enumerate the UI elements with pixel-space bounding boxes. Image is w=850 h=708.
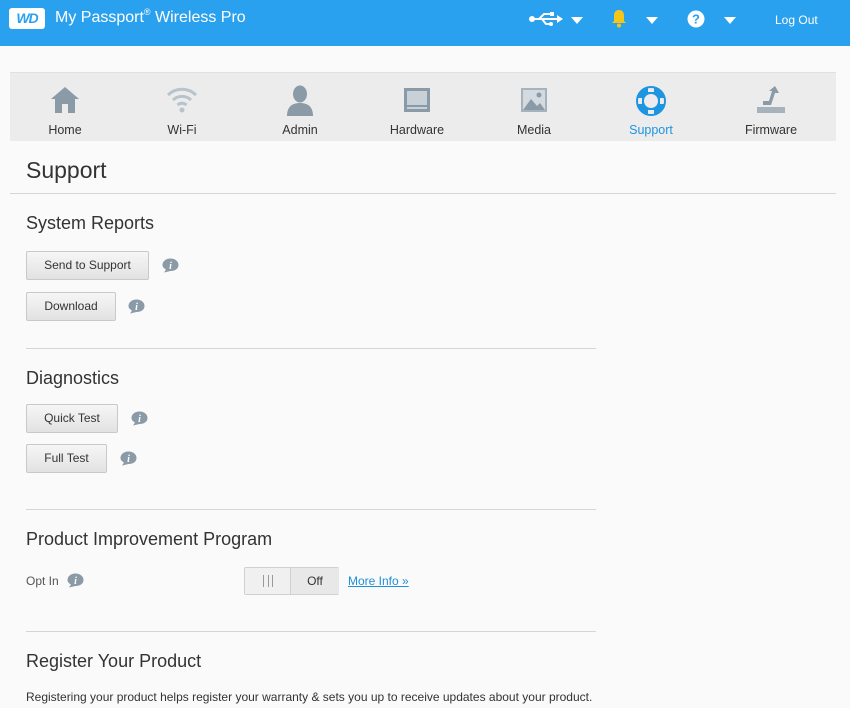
wifi-icon: [166, 87, 198, 113]
lifebuoy-icon: [636, 86, 666, 116]
toggle-grip-icon: [263, 575, 273, 587]
logout-link[interactable]: Log Out: [775, 13, 818, 27]
quick-test-button[interactable]: Quick Test: [26, 404, 118, 433]
notifications-dropdown-chevron-icon[interactable]: [646, 17, 658, 24]
opt-in-label: Opt In: [26, 574, 59, 588]
usb-dropdown-chevron-icon[interactable]: [571, 17, 583, 24]
section-divider: [26, 348, 596, 349]
nav-label-admin: Admin: [282, 123, 318, 137]
main-nav: Home Wi-Fi Admin Hardware Media Support …: [10, 72, 836, 141]
register-product-title: Register Your Product: [26, 651, 202, 671]
info-icon[interactable]: i: [162, 258, 179, 273]
section-divider: [26, 509, 596, 510]
section-divider: [26, 631, 596, 632]
toggle-knob[interactable]: [245, 568, 291, 594]
nav-item-wifi[interactable]: Wi-Fi: [132, 73, 232, 142]
info-icon[interactable]: i: [67, 573, 84, 588]
page-title: Support: [26, 157, 107, 183]
nav-item-firmware[interactable]: Firmware: [721, 73, 821, 142]
usb-icon[interactable]: [529, 12, 563, 32]
media-icon: [521, 88, 547, 112]
nav-item-hardware[interactable]: Hardware: [367, 73, 467, 142]
diagnostics-title: Diagnostics: [26, 368, 120, 388]
help-icon[interactable]: ?: [687, 10, 705, 30]
brand-main: My Passport: [55, 9, 144, 26]
info-icon[interactable]: i: [120, 451, 137, 466]
nav-label-wifi: Wi-Fi: [167, 123, 197, 137]
nav-label-home: Home: [48, 123, 82, 137]
download-button[interactable]: Download: [26, 292, 116, 321]
title-divider: [10, 193, 836, 194]
info-icon[interactable]: i: [128, 299, 145, 314]
more-info-link[interactable]: More Info »: [348, 574, 409, 588]
nav-label-firmware: Firmware: [744, 123, 798, 137]
hardware-icon: [404, 88, 430, 112]
product-name: My Passport® Wireless Pro: [55, 7, 246, 27]
register-description: Registering your product helps register …: [26, 690, 593, 704]
bell-icon[interactable]: [611, 9, 627, 29]
top-bar: WD My Passport® Wireless Pro ? Log Out: [0, 0, 850, 46]
svg-text:i: i: [169, 261, 172, 272]
toggle-state-label: Off: [291, 568, 339, 594]
svg-text:?: ?: [692, 12, 700, 27]
opt-in-toggle[interactable]: Off: [244, 567, 339, 595]
help-dropdown-chevron-icon[interactable]: [724, 17, 736, 24]
svg-text:i: i: [127, 454, 130, 465]
brand-registered-mark: ®: [143, 7, 151, 17]
system-reports-title: System Reports: [26, 213, 155, 233]
home-icon: [51, 87, 79, 113]
nav-item-admin[interactable]: Admin: [250, 73, 350, 142]
send-to-support-button[interactable]: Send to Support: [26, 251, 149, 280]
product-improvement-title: Product Improvement Program: [26, 529, 273, 549]
svg-text:i: i: [138, 414, 141, 425]
firmware-icon: [757, 86, 785, 113]
nav-label-media: Media: [516, 123, 552, 137]
brand-sub: Wireless Pro: [155, 9, 246, 26]
nav-label-hardware: Hardware: [389, 123, 445, 137]
info-icon[interactable]: i: [131, 411, 148, 426]
nav-item-support[interactable]: Support: [601, 73, 701, 142]
user-icon: [287, 85, 313, 116]
svg-text:i: i: [135, 302, 138, 313]
svg-text:i: i: [74, 576, 77, 587]
nav-item-media[interactable]: Media: [484, 73, 584, 142]
full-test-button[interactable]: Full Test: [26, 444, 107, 473]
nav-item-home[interactable]: Home: [15, 73, 115, 142]
wd-logo: WD: [9, 8, 45, 29]
nav-label-support: Support: [629, 123, 673, 137]
